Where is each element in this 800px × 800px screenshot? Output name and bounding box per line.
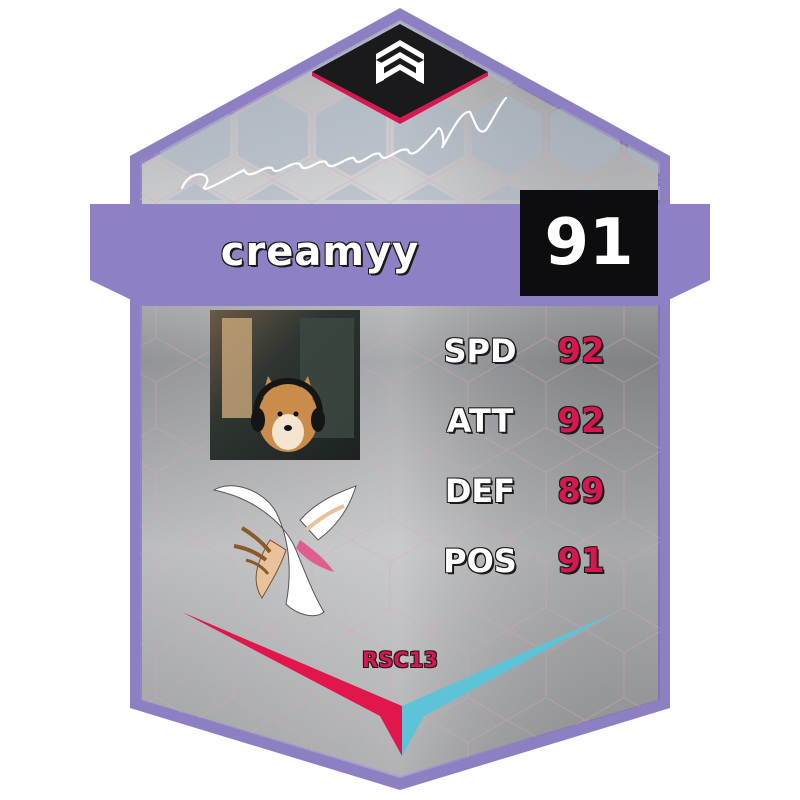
stat-row-pos: POS 91 bbox=[430, 536, 630, 586]
stat-value: 89 bbox=[557, 471, 605, 511]
stat-label: POS bbox=[443, 542, 517, 580]
stat-row-att: ATT 92 bbox=[430, 396, 630, 446]
player-name: creamyy bbox=[220, 229, 420, 275]
stat-value: 91 bbox=[557, 541, 605, 581]
stat-row-def: DEF 89 bbox=[430, 466, 630, 516]
overall-rating: 91 bbox=[544, 206, 634, 280]
dog-with-headphones-photo bbox=[210, 310, 360, 460]
team-tag: RSC13 bbox=[362, 648, 438, 672]
stat-label: DEF bbox=[444, 472, 516, 510]
overall-rating-box: 91 bbox=[520, 190, 658, 296]
stat-label: SPD bbox=[443, 332, 517, 370]
player-card bbox=[90, 8, 710, 790]
stat-label: ATT bbox=[446, 402, 514, 440]
stat-value: 92 bbox=[557, 401, 605, 441]
stat-value: 92 bbox=[557, 331, 605, 371]
stat-row-spd: SPD 92 bbox=[430, 326, 630, 376]
